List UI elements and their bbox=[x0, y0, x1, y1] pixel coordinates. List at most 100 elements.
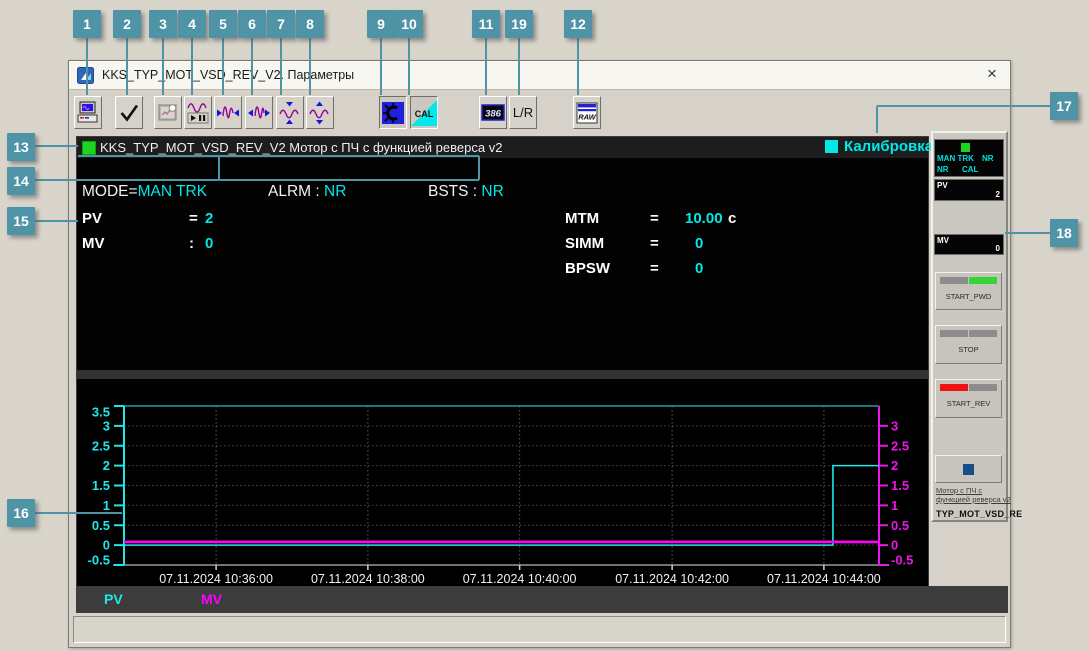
kks-title: KKS_TYP_MOT_VSD_REV_V2 Мотор с ПЧ с функ… bbox=[100, 140, 503, 155]
mode-field: MODE=MAN TRK bbox=[82, 183, 207, 201]
faceplate-mv-value: 0 bbox=[995, 244, 1000, 253]
print-screen-icon bbox=[77, 101, 98, 122]
stop-square-icon bbox=[963, 463, 974, 475]
svg-text:1.5: 1.5 bbox=[891, 478, 909, 493]
start-rev-label: START_REV bbox=[946, 399, 991, 408]
parameters-panel: KKS_TYP_MOT_VSD_REV_V2 Мотор с ПЧ с функ… bbox=[76, 136, 933, 587]
bpsw-label: BPSW bbox=[565, 260, 610, 277]
print-screen-button[interactable] bbox=[74, 96, 102, 129]
bpsw-value[interactable]: 0 bbox=[695, 260, 703, 277]
rs386-button[interactable]: 386 bbox=[479, 96, 507, 129]
callout-marker-13: 13 bbox=[7, 133, 35, 161]
trend-compress-h-button[interactable] bbox=[214, 96, 242, 129]
trend-shrink-v-button[interactable] bbox=[276, 96, 304, 129]
faceplate-status-box: MAN TRK NR NR CAL bbox=[934, 139, 1004, 177]
close-icon[interactable]: × bbox=[982, 64, 1002, 84]
svg-text:07.11.2024 10:40:00: 07.11.2024 10:40:00 bbox=[463, 572, 577, 586]
trend-stretch-v-button[interactable] bbox=[306, 96, 334, 129]
callout-marker-19: 19 bbox=[505, 10, 533, 38]
stop-button[interactable]: STOP bbox=[935, 325, 1002, 364]
svg-text:2.5: 2.5 bbox=[891, 438, 909, 453]
callout-marker-16: 16 bbox=[7, 499, 35, 527]
svg-text:1.5: 1.5 bbox=[92, 478, 110, 493]
bsts-label: BSTS : bbox=[428, 183, 478, 200]
svg-text:386: 386 bbox=[485, 108, 502, 119]
raw-data-button[interactable]: RAW bbox=[573, 96, 601, 129]
raw-icon: RAW bbox=[576, 102, 598, 123]
parameters-window: KKS_TYP_MOT_VSD_REV_V2. Параметры × CAL … bbox=[68, 60, 1022, 648]
faceplate-mv-box: MV 0 bbox=[934, 234, 1004, 255]
mode-value: MAN TRK bbox=[137, 183, 208, 200]
start-pwd-button[interactable]: START_PWD bbox=[935, 272, 1002, 310]
check-icon bbox=[120, 104, 139, 122]
callout-marker-5: 5 bbox=[209, 10, 237, 38]
simm-value[interactable]: 0 bbox=[695, 235, 703, 252]
trend-expand-h-button[interactable] bbox=[245, 96, 273, 129]
trend-pause-button[interactable] bbox=[184, 96, 212, 129]
mv-value[interactable]: 0 bbox=[205, 235, 213, 252]
callout-marker-18: 18 bbox=[1050, 219, 1078, 247]
mode-label: MODE= bbox=[82, 183, 138, 200]
callout-marker-6: 6 bbox=[238, 10, 266, 38]
callout-marker-14: 14 bbox=[7, 167, 35, 195]
start-rev-button[interactable]: START_REV bbox=[935, 379, 1002, 418]
mtm-value[interactable]: 10.00 bbox=[685, 210, 723, 227]
callout-line-18 bbox=[1005, 232, 1050, 234]
chart-image-button[interactable] bbox=[154, 96, 182, 129]
params-area: MODE=MAN TRK ALRM : NR BSTS : NR PV = 2 … bbox=[77, 158, 928, 370]
trend-legend: PV MV bbox=[76, 586, 1008, 613]
svg-text:RAW: RAW bbox=[578, 112, 596, 121]
stop-bar bbox=[940, 330, 997, 337]
window-titlebar: KKS_TYP_MOT_VSD_REV_V2. Параметры × bbox=[69, 61, 1010, 90]
bsts-field: BSTS : NR bbox=[428, 183, 504, 201]
status-bar bbox=[73, 616, 1006, 643]
mv-label: MV bbox=[82, 235, 105, 252]
svg-text:CAL: CAL bbox=[415, 109, 434, 119]
alrm-field: ALRM : NR bbox=[268, 183, 346, 201]
stop-label: STOP bbox=[958, 345, 979, 354]
trend-shrink-v-icon bbox=[279, 101, 299, 124]
confirm-button[interactable] bbox=[115, 96, 143, 129]
callout-marker-4: 4 bbox=[178, 10, 206, 38]
trend-compress-h-icon bbox=[217, 105, 239, 118]
simm-label: SIMM bbox=[565, 235, 605, 252]
pv-separator: = bbox=[189, 210, 198, 227]
svg-text:2: 2 bbox=[103, 458, 110, 473]
callout-marker-1: 1 bbox=[73, 10, 101, 38]
callout-marker-2: 2 bbox=[113, 10, 141, 38]
svg-text:2.5: 2.5 bbox=[92, 438, 110, 453]
bsts-value: NR bbox=[481, 183, 504, 200]
trend-chart: 3.532.521.510.50-0.532.521.510.50-0.507.… bbox=[88, 405, 914, 587]
svg-text:0.5: 0.5 bbox=[92, 518, 110, 533]
faceplate-pv-label: PV bbox=[937, 181, 948, 190]
faceplate-link-line2[interactable]: функцией реверса v2 bbox=[936, 495, 1011, 504]
legend-mv[interactable]: MV bbox=[201, 591, 222, 607]
callout-marker-12: 12 bbox=[564, 10, 592, 38]
color-settings-button[interactable] bbox=[379, 96, 407, 129]
lr-label: L/R bbox=[512, 105, 534, 120]
chart-image-icon bbox=[158, 103, 177, 120]
svg-text:07.11.2024 10:42:00: 07.11.2024 10:42:00 bbox=[615, 572, 729, 586]
calibration-button[interactable]: CAL bbox=[410, 96, 438, 129]
mtm-label: MTM bbox=[565, 210, 600, 227]
stop-square-button[interactable] bbox=[935, 455, 1002, 483]
pv-value[interactable]: 2 bbox=[205, 210, 213, 227]
svg-text:0.5: 0.5 bbox=[891, 518, 909, 533]
faceplate-status-indicator bbox=[961, 143, 970, 152]
svg-text:3.5: 3.5 bbox=[92, 405, 110, 420]
svg-text:3: 3 bbox=[891, 418, 898, 433]
faceplate-mode: MAN TRK bbox=[937, 154, 974, 163]
legend-pv[interactable]: PV bbox=[104, 591, 123, 607]
lr-toggle-button[interactable]: L/R bbox=[509, 96, 537, 129]
color-settings-icon bbox=[382, 101, 404, 124]
trend-area: 3.5 3 2.5 2 1.5 1 0.5 0 -0.5 3 2.5 2 1.5 1 0.5 0 -0.5 07.… bbox=[77, 379, 928, 587]
calibration-label: Калибровка bbox=[844, 138, 934, 155]
callout-marker-8: 8 bbox=[296, 10, 324, 38]
window-title: KKS_TYP_MOT_VSD_REV_V2. Параметры bbox=[102, 68, 355, 82]
faceplate-link-line1[interactable]: Мотор с ПЧ с bbox=[936, 486, 982, 495]
callout-marker-9: 9 bbox=[367, 10, 395, 38]
simm-separator: = bbox=[650, 235, 659, 252]
callout-marker-7: 7 bbox=[267, 10, 295, 38]
bpsw-separator: = bbox=[650, 260, 659, 277]
trend-stretch-v-icon bbox=[309, 101, 329, 124]
